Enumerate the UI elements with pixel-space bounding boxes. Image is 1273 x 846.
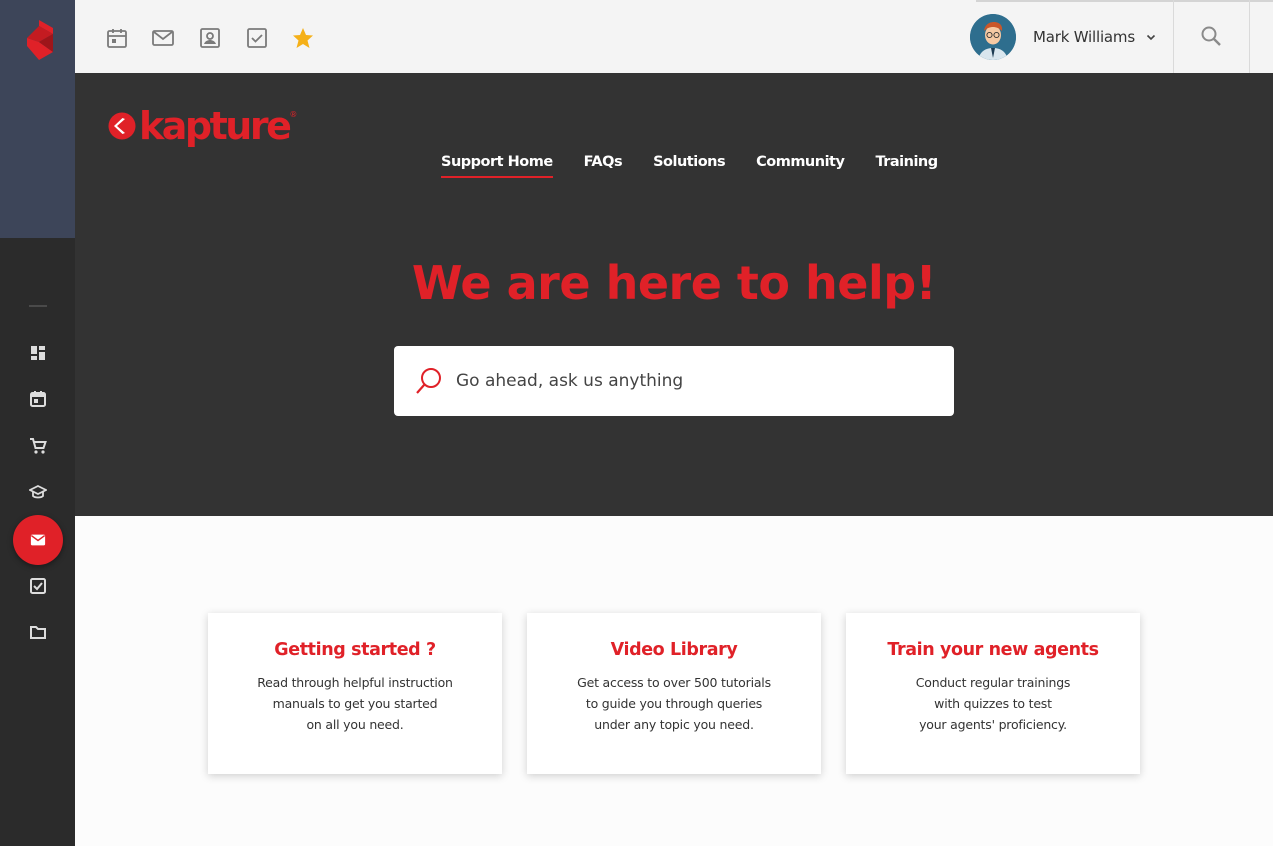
- topbar-contacts-button[interactable]: [197, 25, 223, 51]
- topbar-separator: [1249, 0, 1250, 73]
- left-sidebar: [0, 0, 75, 846]
- contact-icon: [200, 28, 220, 48]
- card-line: under any topic you need.: [594, 717, 754, 732]
- card-description: Conduct regular trainings with quizzes t…: [846, 672, 1140, 735]
- topbar-mail-button[interactable]: [150, 25, 176, 51]
- user-menu[interactable]: Mark Williams: [970, 13, 1157, 61]
- sidebar-item-tasks[interactable]: [0, 566, 75, 606]
- kapture-logo-icon[interactable]: [25, 20, 55, 60]
- topbar-calendar-button[interactable]: [104, 25, 130, 51]
- sidebar-item-cart[interactable]: [0, 426, 75, 466]
- hero-section: kapture ® Support Home FAQs Solutions Co…: [75, 73, 1273, 516]
- active-indicator: [12, 515, 63, 565]
- card-title: Getting started ?: [274, 640, 436, 660]
- topbar-tasks-button[interactable]: [244, 25, 270, 51]
- card-title: Train your new agents: [887, 640, 1099, 660]
- logo-wordmark: kapture: [139, 104, 292, 148]
- sidebar-item-training[interactable]: [0, 472, 75, 512]
- search-input[interactable]: [456, 371, 926, 391]
- star-icon: [293, 28, 313, 48]
- card-video-library[interactable]: Video Library Get access to over 500 tut…: [527, 613, 821, 774]
- topbar-separator: [1173, 0, 1174, 73]
- sidebar-item-calendar[interactable]: [0, 379, 75, 419]
- top-bar: Mark Williams: [75, 0, 1273, 73]
- chevron-down-icon: [1146, 34, 1156, 41]
- nav-support-home[interactable]: Support Home: [441, 154, 553, 178]
- search-icon[interactable]: [1199, 24, 1223, 48]
- card-getting-started[interactable]: Getting started ? Read through helpful i…: [208, 613, 502, 774]
- sidebar-header: [0, 0, 75, 238]
- card-line: manuals to get you started: [272, 696, 438, 711]
- card-line: on all you need.: [306, 717, 404, 732]
- checkbox-icon: [29, 578, 46, 594]
- hero-title: We are here to help!: [411, 256, 937, 310]
- mail-icon: [152, 30, 174, 46]
- nav-community[interactable]: Community: [756, 154, 845, 178]
- logo-registered-mark: ®: [289, 110, 298, 119]
- card-description: Get access to over 500 tutorials to guid…: [527, 672, 821, 735]
- search-box[interactable]: [394, 346, 954, 416]
- card-line: Read through helpful instruction: [257, 675, 453, 690]
- sidebar-divider: [29, 305, 47, 307]
- sidebar-item-mail[interactable]: [0, 515, 75, 565]
- kapture-logo-icon: [108, 112, 136, 140]
- card-line: with quizzes to test: [934, 696, 1052, 711]
- search-icon: [416, 368, 441, 394]
- checkbox-icon: [247, 28, 267, 48]
- user-name: Mark Williams: [1033, 28, 1135, 46]
- nav-faqs[interactable]: FAQs: [584, 154, 623, 178]
- calendar-icon: [107, 29, 127, 48]
- card-line: Get access to over 500 tutorials: [577, 675, 771, 690]
- card-train-agents[interactable]: Train your new agents Conduct regular tr…: [846, 613, 1140, 774]
- nav-solutions[interactable]: Solutions: [653, 154, 726, 178]
- dashboard-icon: [30, 346, 45, 360]
- topbar-accent-line: [976, 0, 1273, 2]
- sidebar-item-folder[interactable]: [0, 612, 75, 652]
- calendar-icon: [29, 391, 46, 407]
- avatar: [970, 14, 1016, 60]
- card-line: to guide you through queries: [585, 696, 763, 711]
- card-line: your agents' proficiency.: [919, 717, 1067, 732]
- topbar-favorites-button[interactable]: [290, 25, 316, 51]
- kapture-logo[interactable]: kapture ®: [108, 106, 297, 146]
- card-description: Read through helpful instruction manuals…: [208, 672, 502, 735]
- card-title: Video Library: [610, 640, 738, 660]
- graduation-cap-icon: [28, 484, 47, 499]
- user-avatar-icon: [970, 14, 1016, 60]
- cart-icon: [29, 438, 47, 454]
- sidebar-item-dashboard[interactable]: [0, 333, 75, 373]
- app: Mark Williams kapture ® Support Home FAQ…: [0, 0, 1273, 846]
- content-section: Getting started ? Read through helpful i…: [75, 516, 1273, 846]
- main-nav: Support Home FAQs Solutions Community Tr…: [441, 154, 969, 178]
- card-line: Conduct regular trainings: [915, 675, 1071, 690]
- mail-icon: [30, 534, 45, 546]
- folder-icon: [29, 626, 46, 639]
- nav-training[interactable]: Training: [875, 154, 938, 178]
